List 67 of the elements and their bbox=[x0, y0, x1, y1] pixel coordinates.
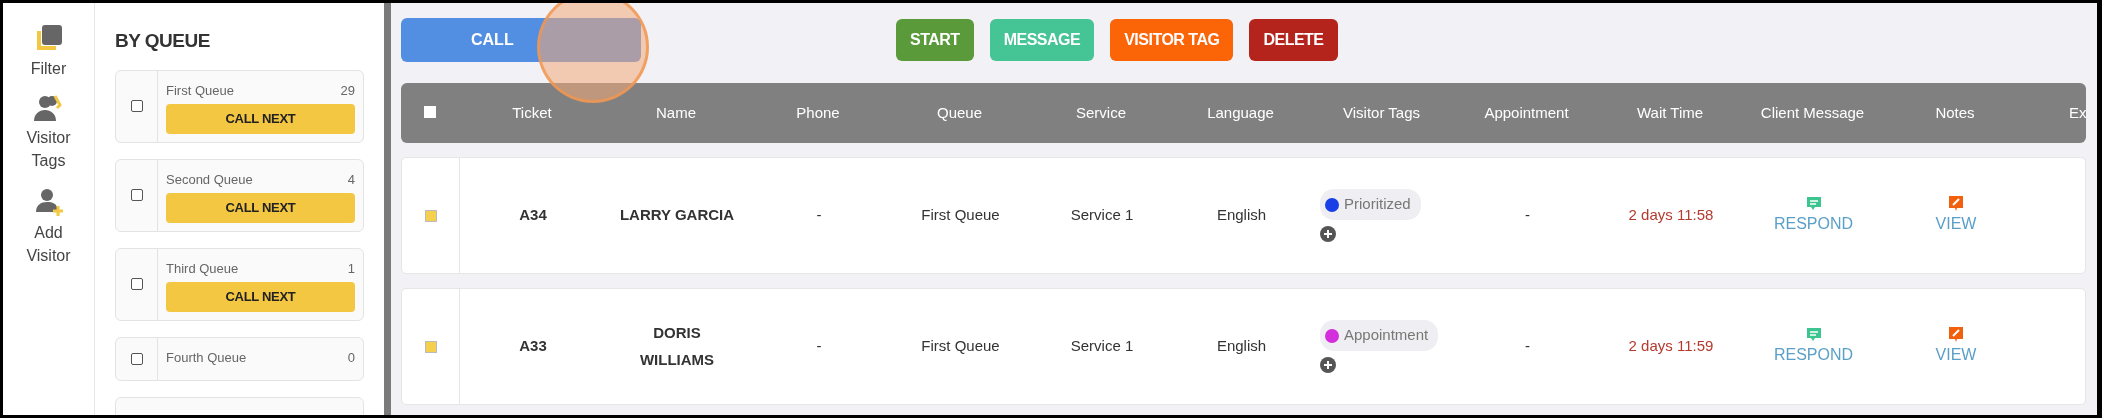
language: English bbox=[1216, 205, 1267, 226]
panel-title: BY QUEUE bbox=[115, 29, 211, 53]
view-link[interactable]: VIEW bbox=[1935, 212, 1977, 236]
add-icon[interactable] bbox=[1320, 356, 1336, 373]
visitor-name: DORIS WILLIAMS bbox=[638, 323, 716, 370]
call-next-button[interactable]: CALL NEXT bbox=[166, 104, 355, 134]
note-icon[interactable] bbox=[1948, 195, 1964, 212]
wait-time: 2 days 11:59 bbox=[1628, 336, 1714, 357]
row-checkbox[interactable] bbox=[424, 340, 437, 353]
queue-name: First Queue bbox=[166, 81, 234, 100]
checkbox[interactable] bbox=[130, 352, 143, 365]
column-header: Queue bbox=[936, 103, 982, 121]
ticket-number: A34 bbox=[519, 205, 547, 226]
action-button[interactable]: MESSAGE bbox=[989, 19, 1095, 61]
queue-count: 29 bbox=[340, 81, 355, 100]
queue-count: 4 bbox=[347, 170, 355, 189]
checkbox[interactable] bbox=[130, 100, 143, 112]
sidebar-label[interactable]: Filter bbox=[16, 57, 81, 81]
column-header: Visitor Tags bbox=[1343, 103, 1420, 121]
visitor-tag[interactable]: Appointment bbox=[1320, 320, 1439, 351]
note-icon[interactable] bbox=[1948, 326, 1964, 343]
column-header: Ex bbox=[2069, 103, 2087, 121]
queue-count: 1 bbox=[347, 259, 355, 278]
column-header: Phone bbox=[796, 103, 840, 121]
appointment: - bbox=[1525, 336, 1530, 357]
appointment: - bbox=[1525, 205, 1530, 226]
action-button[interactable]: VISITOR TAG bbox=[1110, 19, 1234, 61]
checkbox[interactable] bbox=[130, 278, 143, 290]
visitor-name: LARRY GARCIA bbox=[619, 205, 735, 226]
column-header: Wait Time bbox=[1636, 103, 1704, 121]
action-button[interactable]: START bbox=[896, 19, 974, 61]
call-next-button[interactable]: CALL NEXT bbox=[166, 282, 355, 312]
checkbox[interactable] bbox=[130, 189, 143, 201]
people-icon[interactable] bbox=[32, 94, 65, 123]
service-name: Service 1 bbox=[1070, 205, 1134, 226]
phone-number: - bbox=[816, 205, 822, 226]
column-header: Language bbox=[1207, 103, 1274, 121]
queue-name: First Queue bbox=[921, 205, 1000, 226]
language: English bbox=[1216, 336, 1267, 357]
ticket-number: A33 bbox=[519, 336, 547, 357]
queue-name: Second Queue bbox=[166, 170, 253, 189]
wait-time: 2 days 11:58 bbox=[1628, 205, 1714, 226]
add-person-icon[interactable] bbox=[33, 186, 64, 217]
queue-name: Fourth Queue bbox=[166, 348, 247, 367]
column-header: Ticket bbox=[512, 103, 552, 121]
queue-name: First Queue bbox=[921, 336, 1000, 357]
phone-number: - bbox=[816, 336, 822, 357]
select-all-checkbox[interactable] bbox=[424, 105, 436, 118]
service-name: Service 1 bbox=[1070, 336, 1134, 357]
call-next-button[interactable]: CALL NEXT bbox=[166, 193, 355, 223]
column-header: Notes bbox=[1935, 103, 1975, 121]
view-link[interactable]: VIEW bbox=[1935, 343, 1977, 367]
add-icon[interactable] bbox=[1320, 225, 1336, 242]
column-header: Service bbox=[1076, 103, 1126, 121]
row-checkbox[interactable] bbox=[424, 209, 437, 222]
action-button[interactable]: DELETE bbox=[1249, 19, 1338, 61]
respond-link[interactable]: RESPOND bbox=[1773, 342, 1854, 367]
visitor-tag[interactable]: Prioritized bbox=[1320, 189, 1421, 220]
respond-link[interactable]: RESPOND bbox=[1773, 211, 1854, 236]
column-header: Appointment bbox=[1484, 103, 1569, 121]
sidebar-label[interactable]: Visitor Tags bbox=[16, 126, 81, 173]
call-button[interactable]: CALL bbox=[401, 18, 641, 62]
sidebar-label[interactable]: Add Visitor bbox=[16, 220, 81, 267]
queue-count: 0 bbox=[347, 348, 355, 367]
queue-name: Third Queue bbox=[166, 259, 239, 278]
column-header: Name bbox=[656, 103, 696, 121]
column-header: Client Message bbox=[1760, 103, 1865, 121]
